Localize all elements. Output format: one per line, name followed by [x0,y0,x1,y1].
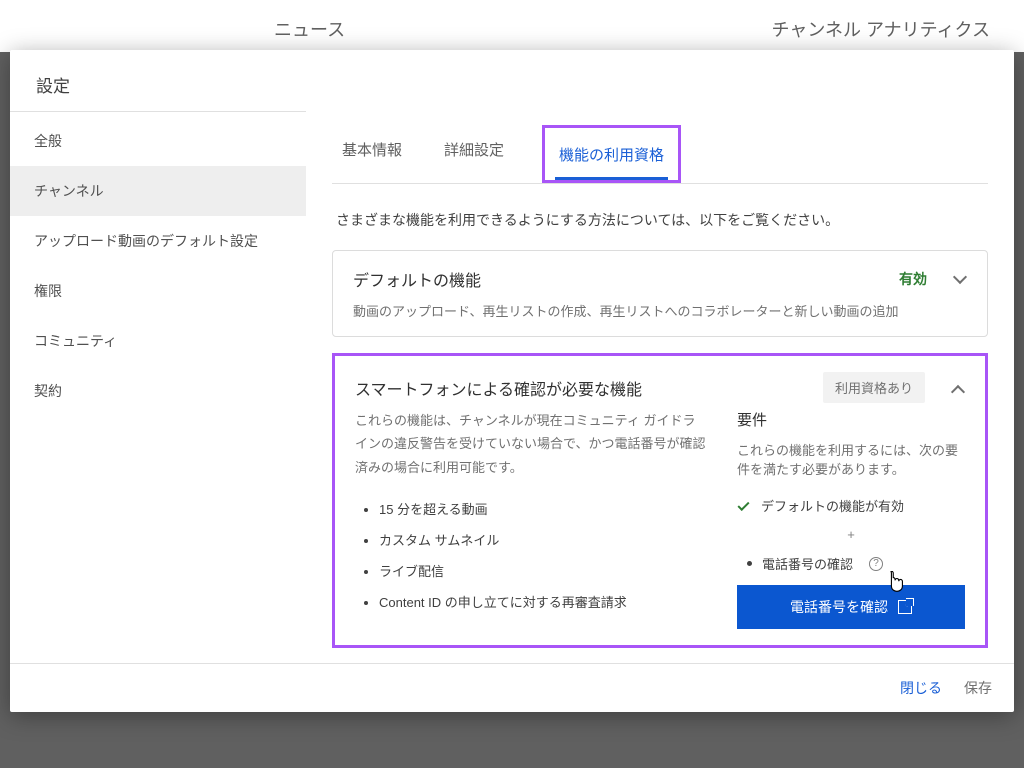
phone-card-requirements: 要件 これらの機能を利用するには、次の要件を満たす必要があります。 デフォルトの… [737,409,965,629]
default-features-card[interactable]: デフォルトの機能 有効 動画のアップロード、再生リストの作成、再生リストへのコラ… [332,250,988,337]
sidebar-item-channel[interactable]: チャンネル [10,166,306,216]
phone-card-split: これらの機能は、チャンネルが現在コミュニティ ガイドラインの違反警告を受けていな… [355,409,965,629]
tab-advanced[interactable]: 詳細設定 [440,125,508,178]
intro-text: さまざまな機能を利用できるようにする方法については、以下をご覧ください。 [336,210,984,230]
modal-body: 全般 チャンネル アップロード動画のデフォルト設定 権限 コミュニティ 契約 基… [10,111,1014,663]
chevron-up-icon[interactable] [951,381,965,395]
requirements-title: 要件 [737,409,965,430]
feature-live-streaming: ライブ配信 [379,555,707,586]
external-link-icon [898,600,912,614]
sidebar-item-general[interactable]: 全般 [10,116,306,166]
phone-features-list: 15 分を超える動画 カスタム サムネイル ライブ配信 Content ID の… [379,493,707,617]
phone-card-left: これらの機能は、チャンネルが現在コミュニティ ガイドラインの違反警告を受けていな… [355,409,707,629]
enabled-badge: 有効 [899,269,927,289]
feature-15min: 15 分を超える動画 [379,493,707,524]
sidebar-item-permissions[interactable]: 権限 [10,266,306,316]
requirement-default-enabled: デフォルトの機能が有効 [737,490,965,521]
sidebar-item-community[interactable]: コミュニティ [10,316,306,366]
help-icon[interactable]: ? [869,557,883,571]
eligible-badge: 利用資格あり [823,372,925,403]
phone-features-card: スマートフォンによる確認が必要な機能 利用資格あり これらの機能は、チャンネルが… [332,353,988,648]
bg-tab-news: ニュース [240,0,379,52]
default-card-title: デフォルトの機能 [353,267,887,291]
default-card-header: デフォルトの機能 有効 [353,267,967,291]
phone-card-title: スマートフォンによる確認が必要な機能 [355,376,811,400]
check-icon [737,499,751,513]
plus-separator: + [737,521,965,548]
sidebar-item-contracts[interactable]: 契約 [10,366,306,416]
tab-basic-info[interactable]: 基本情報 [338,125,406,178]
phone-card-desc: これらの機能は、チャンネルが現在コミュニティ ガイドラインの違反警告を受けていな… [355,409,707,479]
default-card-subtitle: 動画のアップロード、再生リストの作成、再生リストへのコラボレーターと新しい動画の… [353,301,967,320]
tab-feature-eligibility[interactable]: 機能の利用資格 [555,134,668,180]
background-bar: ニュース チャンネル アナリティクス [0,0,1024,52]
tab-row: 基本情報 詳細設定 機能の利用資格 [332,111,988,184]
sidebar-item-upload-defaults[interactable]: アップロード動画のデフォルト設定 [10,216,306,266]
verify-phone-button[interactable]: 電話番号を確認 [737,585,965,629]
phone-card-header: スマートフォンによる確認が必要な機能 利用資格あり [355,372,965,403]
settings-sidebar: 全般 チャンネル アップロード動画のデフォルト設定 権限 コミュニティ 契約 [10,111,306,663]
tab-eligibility-highlight: 機能の利用資格 [542,125,681,183]
cursor-icon [885,571,907,597]
settings-content: 基本情報 詳細設定 機能の利用資格 さまざまな機能を利用できるようにする方法につ… [306,111,1014,663]
bullet-icon [747,561,752,566]
feature-custom-thumbnail: カスタム サムネイル [379,524,707,555]
req-default-label: デフォルトの機能が有効 [761,496,904,515]
req-phone-label: 電話番号の確認 [762,554,853,573]
requirement-phone-verify: 電話番号の確認 ? [737,548,965,585]
bg-spacer [0,0,240,52]
modal-footer: 閉じる 保存 [10,663,1014,712]
close-button[interactable]: 閉じる [900,678,942,698]
verify-phone-label: 電話番号を確認 [790,597,888,617]
settings-modal: 設定 全般 チャンネル アップロード動画のデフォルト設定 権限 コミュニティ 契… [10,50,1014,712]
requirements-desc: これらの機能を利用するには、次の要件を満たす必要があります。 [737,440,965,478]
save-button[interactable]: 保存 [964,678,992,698]
bg-tab-analytics: チャンネル アナリティクス [738,0,1024,52]
chevron-down-icon[interactable] [953,272,967,286]
modal-title: 設定 [10,50,1014,111]
feature-contentid-appeal: Content ID の申し立てに対する再審査請求 [379,586,707,617]
bg-spacer2 [379,0,737,52]
